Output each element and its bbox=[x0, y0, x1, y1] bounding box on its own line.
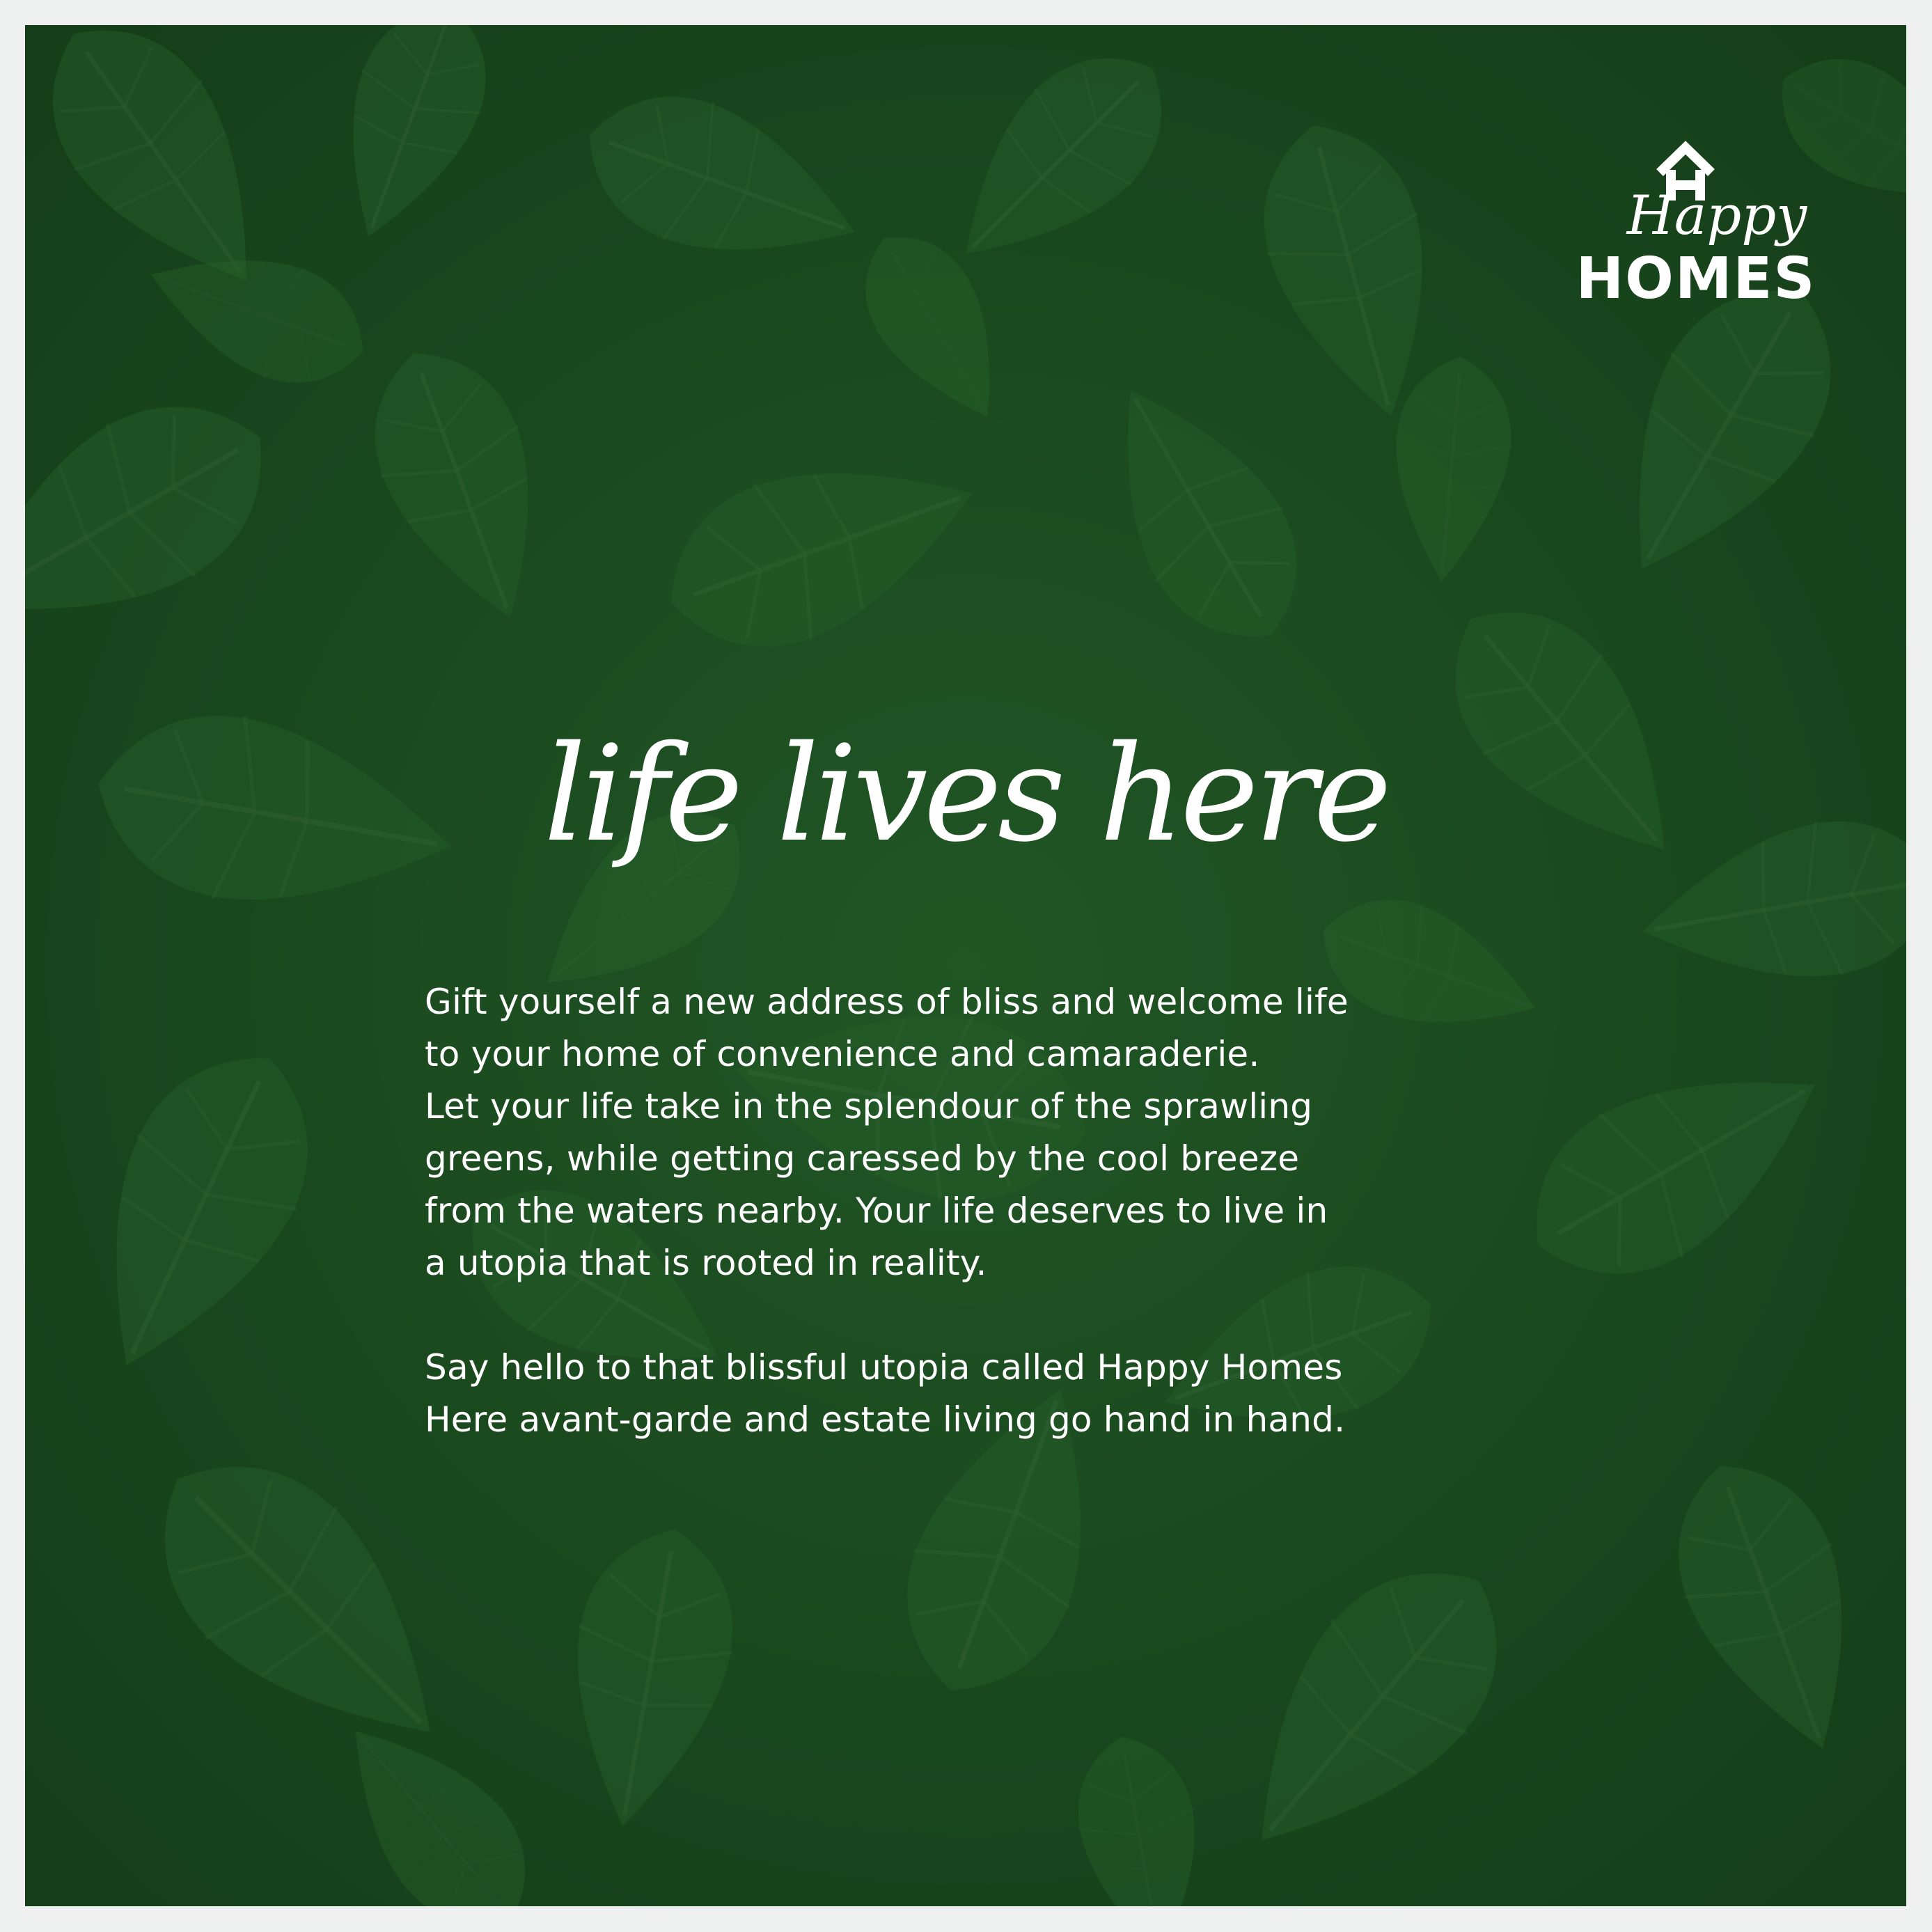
body-line: Here avant-garde and estate living go ha… bbox=[425, 1399, 1346, 1440]
body-line: greens, while getting caressed by the co… bbox=[425, 1138, 1300, 1179]
body-line: Say hello to that blissful utopia called… bbox=[425, 1347, 1343, 1388]
body-line: Let your life take in the splendour of t… bbox=[425, 1086, 1313, 1126]
paragraph-2: Say hello to that blissful utopia called… bbox=[425, 1342, 1553, 1446]
logo-wordmark: HOMES bbox=[1576, 246, 1816, 311]
body-line: from the waters nearby. Your life deserv… bbox=[425, 1191, 1328, 1231]
poster: Happy HOMES life lives here Gift yoursel… bbox=[25, 25, 1906, 1906]
body-line: Gift yourself a new address of bliss and… bbox=[425, 982, 1349, 1022]
happy-homes-logo: Happy HOMES bbox=[1543, 123, 1849, 312]
tagline: life lives here bbox=[544, 717, 1392, 871]
paragraph-1: Gift yourself a new address of bliss and… bbox=[425, 976, 1553, 1289]
body-line: a utopia that is rooted in reality. bbox=[425, 1243, 987, 1283]
body-line: to your home of convenience and camarade… bbox=[425, 1034, 1260, 1074]
tagline-text: life lives here bbox=[544, 717, 1388, 871]
logo-script-word: Happy bbox=[1626, 184, 1807, 247]
body-copy: Gift yourself a new address of bliss and… bbox=[425, 976, 1553, 1446]
